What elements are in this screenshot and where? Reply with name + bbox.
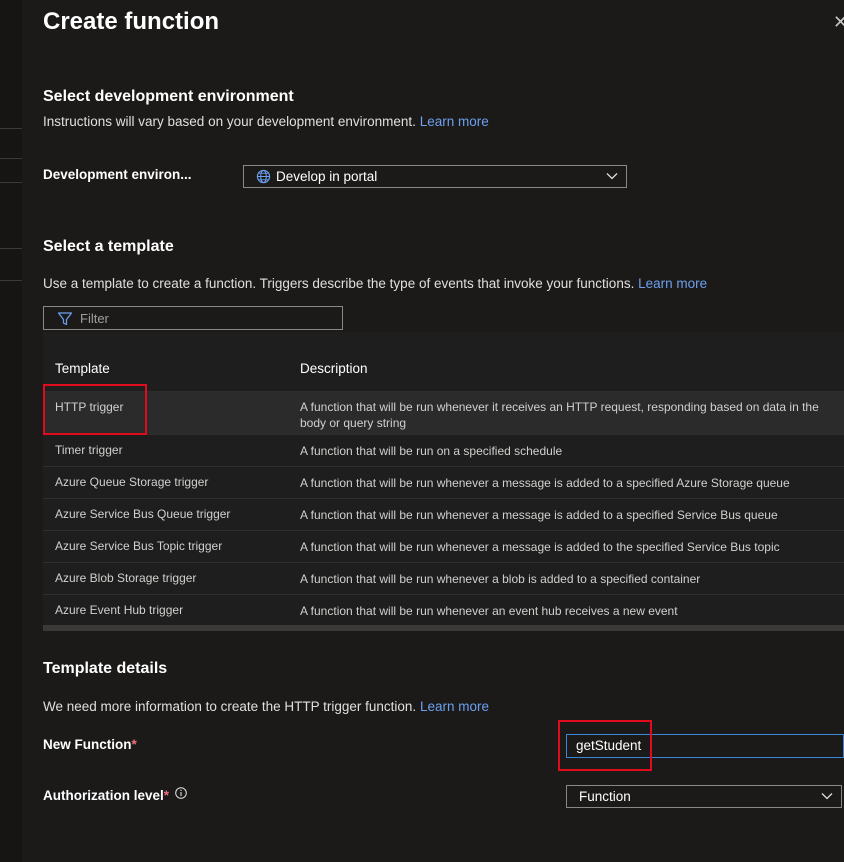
divider [0, 128, 22, 129]
template-description-cell: A function that will be run whenever it … [300, 400, 819, 430]
template-description: Use a template to create a function. Tri… [43, 276, 707, 291]
template-details-description: We need more information to create the H… [43, 699, 489, 714]
template-description-text: Use a template to create a function. Tri… [43, 276, 635, 291]
chevron-down-icon [821, 793, 833, 800]
table-row[interactable]: Azure Service Bus Queue trigger A functi… [43, 498, 844, 530]
template-description-cell: A function that will be run whenever a b… [300, 572, 701, 586]
dev-env-label: Development environ... [43, 167, 192, 182]
template-description-cell: A function that will be run whenever a m… [300, 508, 778, 522]
table-row[interactable]: Timer trigger A function that will be ru… [43, 434, 844, 466]
panel-title: Create function [43, 8, 220, 35]
dev-env-dropdown[interactable]: Develop in portal [243, 165, 627, 188]
template-table: Template Description HTTP trigger A func… [43, 332, 844, 631]
template-description-cell: A function that will be run whenever a m… [300, 540, 780, 554]
template-details-learn-more-link[interactable]: Learn more [420, 699, 489, 714]
template-description-cell: A function that will be run on a specifi… [300, 444, 563, 458]
new-function-label-text: New Function [43, 737, 132, 752]
dev-env-selected-value: Develop in portal [276, 169, 378, 184]
highlight-box [43, 384, 147, 435]
close-icon[interactable]: ✕ [833, 12, 844, 32]
template-details-heading: Template details [43, 660, 168, 677]
required-asterisk: * [131, 737, 137, 752]
template-learn-more-link[interactable]: Learn more [638, 276, 707, 291]
table-row[interactable]: Azure Blob Storage trigger A function th… [43, 562, 844, 594]
authorization-level-dropdown[interactable]: Function [566, 785, 842, 808]
template-name: Azure Queue Storage trigger [55, 475, 209, 489]
column-header-description: Description [300, 361, 368, 376]
divider [0, 158, 22, 159]
create-function-panel: Create function ✕ Select development env… [23, 0, 844, 862]
dev-env-description: Instructions will vary based on your dev… [43, 114, 489, 129]
highlight-box [558, 720, 652, 771]
authorization-level-label: Authorization level* [43, 787, 187, 803]
authorization-level-value: Function [579, 789, 631, 804]
divider [0, 280, 22, 281]
column-header-template: Template [55, 361, 110, 376]
template-description-cell: A function that will be run whenever an … [300, 604, 678, 618]
template-name: Azure Service Bus Queue trigger [55, 507, 231, 521]
template-description-cell: A function that will be run whenever a m… [300, 476, 790, 490]
background-blade [0, 0, 22, 862]
authorization-level-label-text: Authorization level [43, 788, 164, 803]
table-header: Template Description [43, 332, 844, 391]
template-details-description-text: We need more information to create the H… [43, 699, 417, 714]
globe-icon [256, 169, 271, 184]
template-name: Azure Service Bus Topic trigger [55, 539, 223, 553]
filter-icon [57, 312, 73, 326]
table-row[interactable]: Azure Service Bus Topic trigger A functi… [43, 530, 844, 562]
required-asterisk: * [163, 788, 170, 803]
info-icon[interactable] [174, 787, 187, 799]
table-row[interactable]: Azure Event Hub trigger A function that … [43, 594, 844, 625]
template-name: Timer trigger [55, 443, 123, 457]
template-name: Azure Blob Storage trigger [55, 571, 197, 585]
table-row[interactable]: HTTP trigger A function that will be run… [43, 391, 844, 434]
dev-env-heading: Select development environment [43, 88, 294, 105]
table-row[interactable]: Azure Queue Storage trigger A function t… [43, 466, 844, 498]
chevron-down-icon [606, 173, 618, 180]
template-heading: Select a template [43, 238, 174, 255]
dev-env-learn-more-link[interactable]: Learn more [420, 114, 489, 129]
filter-placeholder: Filter [80, 311, 109, 326]
dev-env-description-text: Instructions will vary based on your dev… [43, 114, 416, 129]
horizontal-scrollbar[interactable] [43, 625, 844, 631]
filter-input[interactable]: Filter [43, 306, 343, 330]
template-name: Azure Event Hub trigger [55, 603, 184, 617]
divider [0, 248, 22, 249]
new-function-label: New Function* [43, 737, 137, 752]
divider [0, 182, 22, 183]
